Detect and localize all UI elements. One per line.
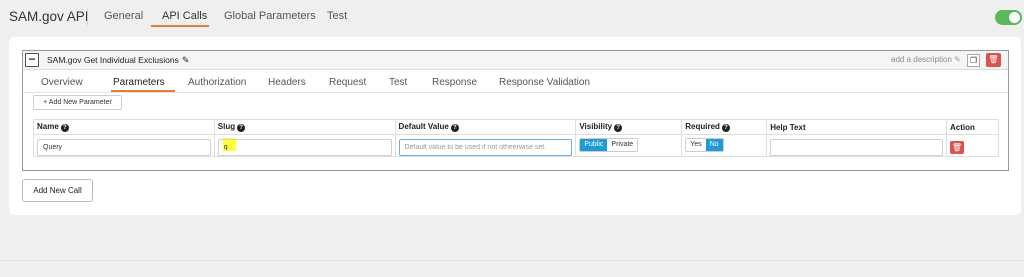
tab-overview[interactable]: Overview xyxy=(41,77,83,88)
add-parameter-button[interactable]: + Add New Parameter xyxy=(33,95,122,110)
tab-response-validation[interactable]: Response Validation xyxy=(499,77,590,88)
active-tab-indicator xyxy=(151,25,209,27)
add-new-call-button[interactable]: Add New Call xyxy=(22,179,93,202)
tab-parameters[interactable]: Parameters xyxy=(113,77,165,88)
call-title[interactable]: SAM.gov Get Individual Exclusions ✎ xyxy=(47,55,189,66)
trash-icon[interactable]: 🗑 xyxy=(949,140,964,154)
default-value-input[interactable] xyxy=(398,138,573,156)
action-cell: 🗑 xyxy=(945,134,1000,157)
parameter-name-input[interactable] xyxy=(37,138,211,156)
api-calls-card: − SAM.gov Get Individual Exclusions ✎ add… xyxy=(9,37,1021,215)
help-text-input[interactable] xyxy=(770,138,943,156)
tab-test-call[interactable]: Test xyxy=(389,77,407,88)
help-text-cell xyxy=(766,134,947,157)
name-cell xyxy=(33,134,215,157)
add-description-link[interactable]: add a description ✎ xyxy=(891,55,961,64)
tab-headers[interactable]: Headers xyxy=(268,77,306,88)
api-call-panel: − SAM.gov Get Individual Exclusions ✎ add… xyxy=(22,50,1009,171)
call-name: SAM.gov Get Individual Exclusions xyxy=(47,55,179,65)
default-value-cell xyxy=(394,134,577,157)
col-default-value-label: Default Value xyxy=(398,122,449,131)
col-slug-label: Slug xyxy=(217,122,236,131)
col-name: Name? xyxy=(33,119,215,135)
col-help-text: Help Text xyxy=(766,119,947,135)
page-divider xyxy=(0,260,1024,261)
question-icon[interactable]: ? xyxy=(237,124,246,132)
question-icon[interactable]: ? xyxy=(60,124,69,132)
required-yes-option[interactable]: Yes xyxy=(686,139,706,152)
copy-icon[interactable]: ❐ xyxy=(967,54,980,67)
title-divider xyxy=(87,9,88,25)
tab-test[interactable]: Test xyxy=(327,10,347,22)
toggle-knob xyxy=(1009,12,1020,23)
col-visibility: Visibility? xyxy=(575,119,683,135)
collapse-button[interactable]: − xyxy=(25,53,39,67)
col-slug: Slug? xyxy=(213,119,396,135)
required-toggle: Yes No xyxy=(685,138,724,153)
table-row: Public Private Yes No 🗑 xyxy=(33,134,1000,157)
api-call-header: − SAM.gov Get Individual Exclusions ✎ add… xyxy=(23,51,1008,70)
tab-api-calls[interactable]: API Calls xyxy=(162,10,207,22)
required-no-option[interactable]: No xyxy=(705,139,723,152)
tab-request[interactable]: Request xyxy=(329,77,366,88)
col-visibility-label: Visibility xyxy=(579,122,613,131)
col-default-value: Default Value? xyxy=(394,119,577,135)
visibility-cell: Public Private xyxy=(575,134,683,157)
required-cell: Yes No xyxy=(681,134,768,157)
question-icon[interactable]: ? xyxy=(614,124,623,132)
pencil-icon[interactable]: ✎ xyxy=(182,55,190,66)
col-action: Action xyxy=(945,119,1000,135)
app-title: SAM.gov API xyxy=(9,9,89,24)
top-bar: SAM.gov API General API Calls Global Par… xyxy=(0,0,1024,36)
question-icon[interactable]: ? xyxy=(450,124,459,132)
add-description-label: add a description xyxy=(891,55,952,64)
slug-cell xyxy=(213,134,396,157)
visibility-private-option[interactable]: Private xyxy=(607,139,638,152)
pencil-icon: ✎ xyxy=(953,55,961,64)
table-header-row: Name? Slug? Default Value? Visibility? R… xyxy=(33,119,1000,135)
tab-response[interactable]: Response xyxy=(432,77,477,88)
question-icon[interactable]: ? xyxy=(721,124,730,132)
parameters-table: Name? Slug? Default Value? Visibility? R… xyxy=(33,119,1000,157)
tab-authorization[interactable]: Authorization xyxy=(188,77,246,88)
col-required: Required? xyxy=(681,119,768,135)
tab-global-parameters[interactable]: Global Parameters xyxy=(224,10,316,22)
visibility-toggle: Public Private xyxy=(579,138,639,153)
trash-icon[interactable]: 🗑 xyxy=(986,53,1001,67)
col-name-label: Name xyxy=(37,122,59,131)
col-required-label: Required xyxy=(685,122,720,131)
tabs-divider xyxy=(23,92,1008,93)
visibility-public-option[interactable]: Public xyxy=(580,139,608,152)
api-enabled-toggle[interactable] xyxy=(995,10,1022,25)
tab-general[interactable]: General xyxy=(104,10,143,22)
parameter-slug-input[interactable] xyxy=(217,138,392,156)
